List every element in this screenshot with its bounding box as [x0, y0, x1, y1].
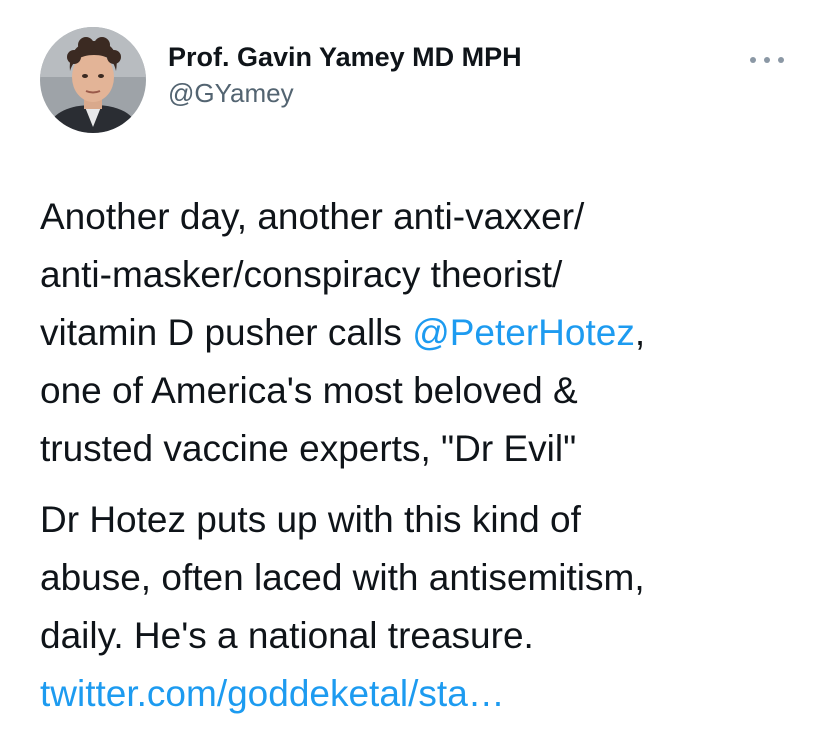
tweet-paragraph: Another day, another anti-vaxxer/ anti-m…	[40, 188, 800, 478]
tweet-line: trusted vaccine experts, "Dr Evil"	[40, 428, 577, 469]
more-horizontal-icon-dot	[750, 57, 756, 63]
tweet-line: abuse, often laced with antisemitism,	[40, 557, 645, 598]
tweet-line: Another day, another anti-vaxxer/	[40, 196, 585, 237]
external-link[interactable]: twitter.com/goddeketal/sta…	[40, 665, 800, 723]
tweet: Prof. Gavin Yamey MD MPH @GYamey Another…	[0, 0, 828, 749]
more-horizontal-icon-dot	[764, 57, 770, 63]
tweet-paragraph: Dr Hotez puts up with this kind of abuse…	[40, 491, 800, 723]
author-handle[interactable]: @GYamey	[168, 76, 522, 110]
tweet-text: Another day, another anti-vaxxer/ anti-m…	[40, 188, 800, 723]
more-options-button[interactable]	[750, 50, 784, 70]
tweet-line: vitamin D pusher calls @PeterHotez,	[40, 304, 800, 362]
tweet-text-segment: ,	[634, 312, 646, 353]
tweet-line: daily. He's a national treasure.	[40, 615, 534, 656]
mention-link[interactable]: @PeterHotez	[412, 312, 635, 353]
tweet-line: anti-masker/conspiracy theorist/	[40, 254, 563, 295]
author-info: Prof. Gavin Yamey MD MPH @GYamey	[168, 40, 522, 110]
author-avatar[interactable]	[40, 27, 146, 133]
tweet-line: Dr Hotez puts up with this kind of	[40, 499, 581, 540]
more-horizontal-icon-dot	[778, 57, 784, 63]
user-avatar-icon	[40, 27, 146, 133]
tweet-text-segment: vitamin D pusher calls	[40, 312, 413, 353]
tweet-line: one of America's most beloved &	[40, 370, 578, 411]
author-display-name[interactable]: Prof. Gavin Yamey MD MPH	[168, 40, 522, 74]
